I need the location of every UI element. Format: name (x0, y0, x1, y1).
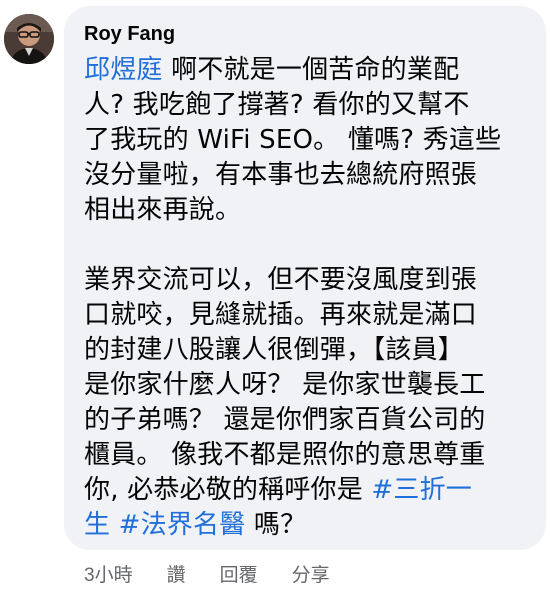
reply-button[interactable]: 回覆 (220, 560, 258, 587)
comment-line: 櫃員。 像我不都是照你的意思尊重 (84, 438, 526, 473)
comment-text: 口就咬，見縫就插。再來就是滿口 (84, 300, 478, 330)
comment-body: 邱煜庭 啊不就是一個苦命的業配 人? 我吃飽了撐著? 看你的又幫不 了我玩的 WiF… (84, 53, 526, 543)
comment-text: 啊不就是一個苦命的業配 (162, 55, 460, 85)
comment-line: 人? 我吃飽了撐著? 看你的又幫不 (84, 88, 526, 123)
avatar[interactable] (4, 14, 54, 64)
comment-line: 的子弟嗎？ 還是你們家百貨公司的 (84, 403, 526, 438)
profile-photo-icon (4, 14, 54, 64)
comment-line: 生 #法界名醫 嗎？ (84, 508, 526, 543)
comment-text: 的子弟嗎？ 還是你們家百貨公司的 (84, 405, 486, 435)
comment-bubble: Roy Fang 邱煜庭 啊不就是一個苦命的業配 人? 我吃飽了撐著? 看你的又幫… (64, 6, 546, 550)
comment-text: 相出來再說。 (84, 195, 242, 225)
comment-actions: 3小時 讚 回覆 分享 (84, 558, 364, 588)
hashtag-link[interactable]: #法界名醫 (119, 510, 246, 540)
comment-line: 了我玩的 WiFi SEO。 懂嗎? 秀這些 (84, 123, 526, 158)
paragraph-break (84, 228, 526, 263)
comment-author[interactable]: Roy Fang (84, 21, 526, 47)
comment-text: 的封建八股讓人很倒彈，【該員】 (84, 335, 465, 365)
share-button[interactable]: 分享 (292, 560, 330, 587)
comment-line: 沒分量啦，有本事也去總統府照張 (84, 158, 526, 193)
comment-text: 業界交流可以，但不要沒風度到張 (84, 265, 478, 295)
comment-text: 人? 我吃飽了撐著? 看你的又幫不 (84, 90, 470, 120)
comment-text: 了我玩的 WiFi SEO。 懂嗎? 秀這些 (84, 125, 502, 155)
comment-line: 的封建八股讓人很倒彈，【該員】 (84, 333, 526, 368)
comment-line: 邱煜庭 啊不就是一個苦命的業配 (84, 53, 526, 88)
comment-text: 沒分量啦，有本事也去總統府照張 (84, 160, 478, 190)
comment-line: 相出來再說。 (84, 193, 526, 228)
comment-line: 你, 必恭必敬的稱呼你是 #三折一 (84, 473, 526, 508)
mention-link[interactable]: 邱煜庭 (84, 55, 163, 85)
comment-line: 口就咬，見縫就插。再來就是滿口 (84, 298, 526, 333)
hashtag-link[interactable]: 生 (84, 510, 110, 540)
comment-line: 業界交流可以，但不要沒風度到張 (84, 263, 526, 298)
comment-timestamp[interactable]: 3小時 (84, 560, 133, 587)
comment-text: 你, 必恭必敬的稱呼你是 (84, 475, 372, 505)
comment-text: 嗎？ (245, 510, 307, 540)
comment-line: 是你家什麼人呀？ 是你家世襲長工 (84, 368, 526, 403)
comment-text: 是你家什麼人呀？ 是你家世襲長工 (84, 370, 486, 400)
comment-text (110, 510, 118, 540)
hashtag-link[interactable]: #三折一 (371, 475, 472, 505)
like-button[interactable]: 讚 (167, 560, 186, 587)
comment-text: 櫃員。 像我不都是照你的意思尊重 (84, 440, 486, 470)
